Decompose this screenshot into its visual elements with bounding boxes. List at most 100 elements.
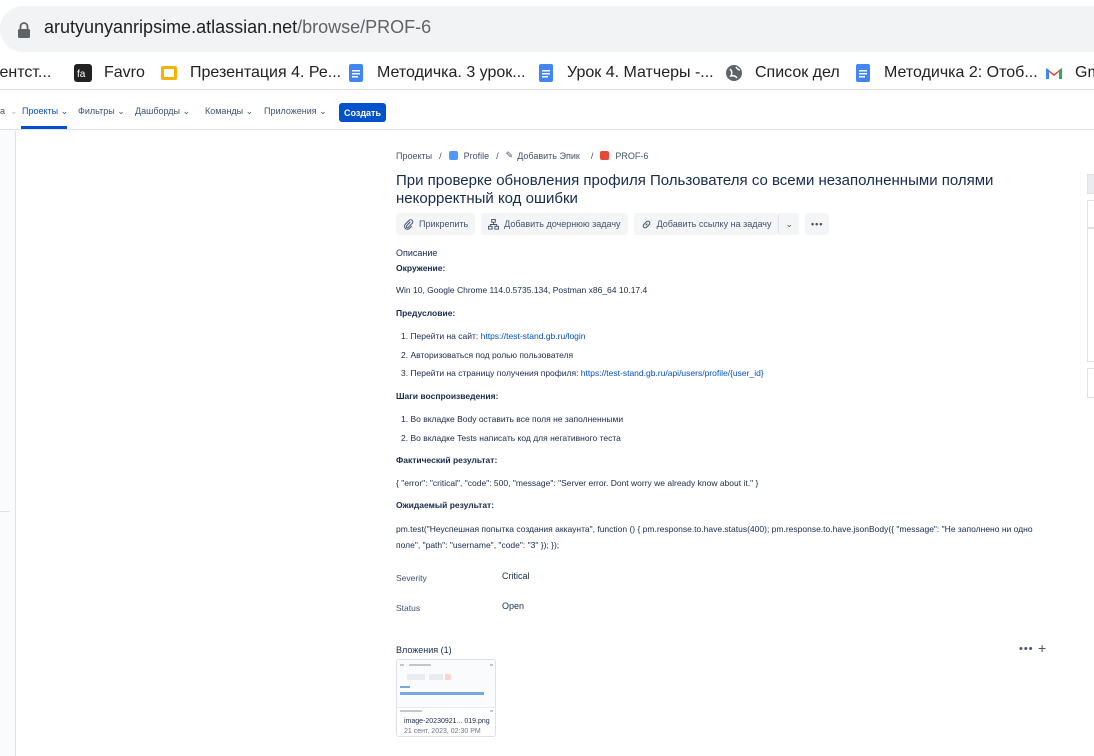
breadcrumb-separator: / [496,150,499,161]
env-heading: Окружение: [396,263,446,273]
thumbnail-caption-line [490,710,493,712]
nav-item-filters[interactable]: Фильтры ⌄ [78,106,125,117]
attach-label: Прикрепить [419,219,469,229]
env-text: Win 10, Google Chrome 114.0.5735.134, Po… [396,285,648,295]
profile-link[interactable]: https://test-stand.gb.ru/api/users/profi… [581,368,764,378]
add-child-label: Добавить дочернюю задачу [504,219,621,229]
bookmark-0[interactable]: гентст... [0,62,51,84]
bookmark-todo[interactable]: Список дел [725,62,840,84]
gmail-icon [1046,68,1062,79]
left-sidebar-collapsed[interactable] [0,131,16,756]
bookmark-label: гентст... [0,64,52,81]
chevron-down-icon: ⌄ [10,106,18,116]
list-item-text: 1. Перейти на сайт: [401,331,481,341]
attachments-more-button[interactable]: ••• [1019,643,1034,655]
url-path: /browse/PROF-6 [297,17,432,37]
nav-item-teams[interactable]: Команды ⌄ [205,106,253,117]
docs-icon [349,64,363,82]
bookmark-label: Методичка. 3 урок... [377,64,526,81]
right-panel-box-1 [1087,200,1094,228]
list-item: 2. Авторизоваться под ролью пользователя [401,350,573,360]
right-panel-handle[interactable] [1087,174,1094,194]
url-host: arutyunyanripsime.atlassian.net [44,17,298,37]
nav-item-cut[interactable]: а [0,106,5,116]
bookmark-label: Favro [104,64,145,81]
sidebar-divider [0,511,10,512]
create-button[interactable]: Создать [339,103,386,122]
severity-value[interactable]: Critical [502,571,530,581]
pencil-icon: ✎ [505,150,514,160]
list-item-text: 3. Перейти на страницу получения профиля… [401,368,581,378]
url-text[interactable]: arutyunyanripsime.atlassian.net/browse/P… [44,17,431,38]
precondition-heading: Предусловие: [396,308,456,318]
list-item: 1. Во вкладке Body оставить все поля не … [401,414,624,424]
breadcrumb-separator: / [590,150,594,161]
issue-title[interactable]: При проверке обновления профиля Пользова… [396,172,1016,208]
status-value[interactable]: Open [502,601,524,611]
breadcrumb-add-epic[interactable]: Добавить Эпик [517,151,580,161]
list-item: 1. Перейти на сайт: https://test-stand.g… [401,331,586,341]
lock-icon[interactable] [16,21,32,39]
actual-text: { "error": "critical", "code": 500, "mes… [396,478,759,488]
add-attachment-button[interactable]: + [1038,640,1046,656]
bug-icon [600,151,610,160]
right-panel-box-2 [1087,228,1094,362]
bookmarks-bar: гентст... fa Favro Презентация 4. Ре... … [0,56,1094,90]
bookmark-presentation[interactable]: Презентация 4. Ре... [160,62,341,84]
severity-label: Severity [396,573,427,583]
nav-label: Дашборды [135,106,180,116]
nav-label: Приложения [264,106,317,116]
bookmark-method-3[interactable]: Методичка. 3 урок... [347,62,526,84]
globe-icon [726,65,742,81]
thumbnail-caption-line [400,710,422,712]
status-label: Status [396,603,421,613]
right-panel-box-3 [1087,368,1094,398]
nav-item-projects[interactable]: Проекты ⌄ [22,106,68,117]
bookmark-label: Урок 4. Матчеры -... [567,64,714,81]
more-link-options-dropdown[interactable]: ⌄ [778,213,799,235]
bookmark-method-2[interactable]: Методичка 2: Отоб... [854,62,1038,84]
browser-url-bar: arutyunyanripsime.atlassian.net/browse/P… [0,0,1094,56]
add-link-button[interactable]: Добавить ссылку на задачу [633,213,779,235]
link-icon [642,220,650,228]
more-actions-button[interactable]: ••• [805,213,830,235]
breadcrumb-projects[interactable]: Проекты [396,151,432,161]
breadcrumb-separator: / [439,150,442,161]
attachments-title: Вложения (1) [396,645,452,655]
list-item: 2. Во вкладке Tests написать код для нег… [401,433,621,443]
bookmark-lesson-4[interactable]: Урок 4. Матчеры -... [537,62,714,84]
breadcrumb: Проекты / Profile / ✎ Добавить Эпик / PR… [396,150,648,161]
docs-icon [856,64,870,82]
bookmark-favro[interactable]: fa Favro [74,62,145,84]
expected-heading: Ожидаемый результат: [396,500,495,510]
bookmark-label: Gm [1075,64,1094,81]
paperclip-icon [403,218,414,230]
active-tab-indicator [21,126,67,129]
steps-heading: Шаги воспроизведения: [396,391,499,401]
ellipsis-icon: ••• [811,219,824,229]
attachment-date: 21 сент. 2023, 02:30 PM [404,728,481,735]
login-link[interactable]: https://test-stand.gb.ru/login [481,331,586,341]
breadcrumb-project[interactable]: Profile [464,151,490,161]
svg-text:fa: fa [77,69,86,80]
bookmark-gmail[interactable]: Gm [1045,62,1094,84]
breadcrumb-issue-key[interactable]: PROF-6 [615,151,648,161]
bookmark-label: Список дел [755,64,840,81]
chevron-down-icon: ⌄ [785,218,793,229]
docs-icon [539,64,553,82]
attach-button[interactable]: Прикрепить [396,213,476,235]
jira-top-nav: а ⌄ Проекты ⌄ Фильтры ⌄ Дашборды ⌄ Коман… [0,92,1094,130]
issue-toolbar: Прикрепить Добавить дочернюю задачу Доба… [396,213,830,235]
bookmark-label: Методичка 2: Отоб... [884,64,1038,81]
nav-label: Проекты [22,106,59,116]
attachment-thumbnail[interactable] [397,660,495,708]
attachment-card[interactable]: image-20230921... 019.png 21 сент. 2023,… [396,659,496,737]
slides-icon [161,66,177,80]
attachment-name: image-20230921... 019.png [404,718,490,725]
project-icon [448,151,458,160]
actual-heading: Фактический результат: [396,455,498,465]
list-item-text: 2. Авторизоваться под ролью пользователя [401,350,574,360]
add-child-button[interactable]: Добавить дочернюю задачу [481,213,628,235]
nav-item-dashboards[interactable]: Дашборды ⌄ [135,106,190,117]
nav-item-apps[interactable]: Приложения ⌄ [264,106,327,117]
